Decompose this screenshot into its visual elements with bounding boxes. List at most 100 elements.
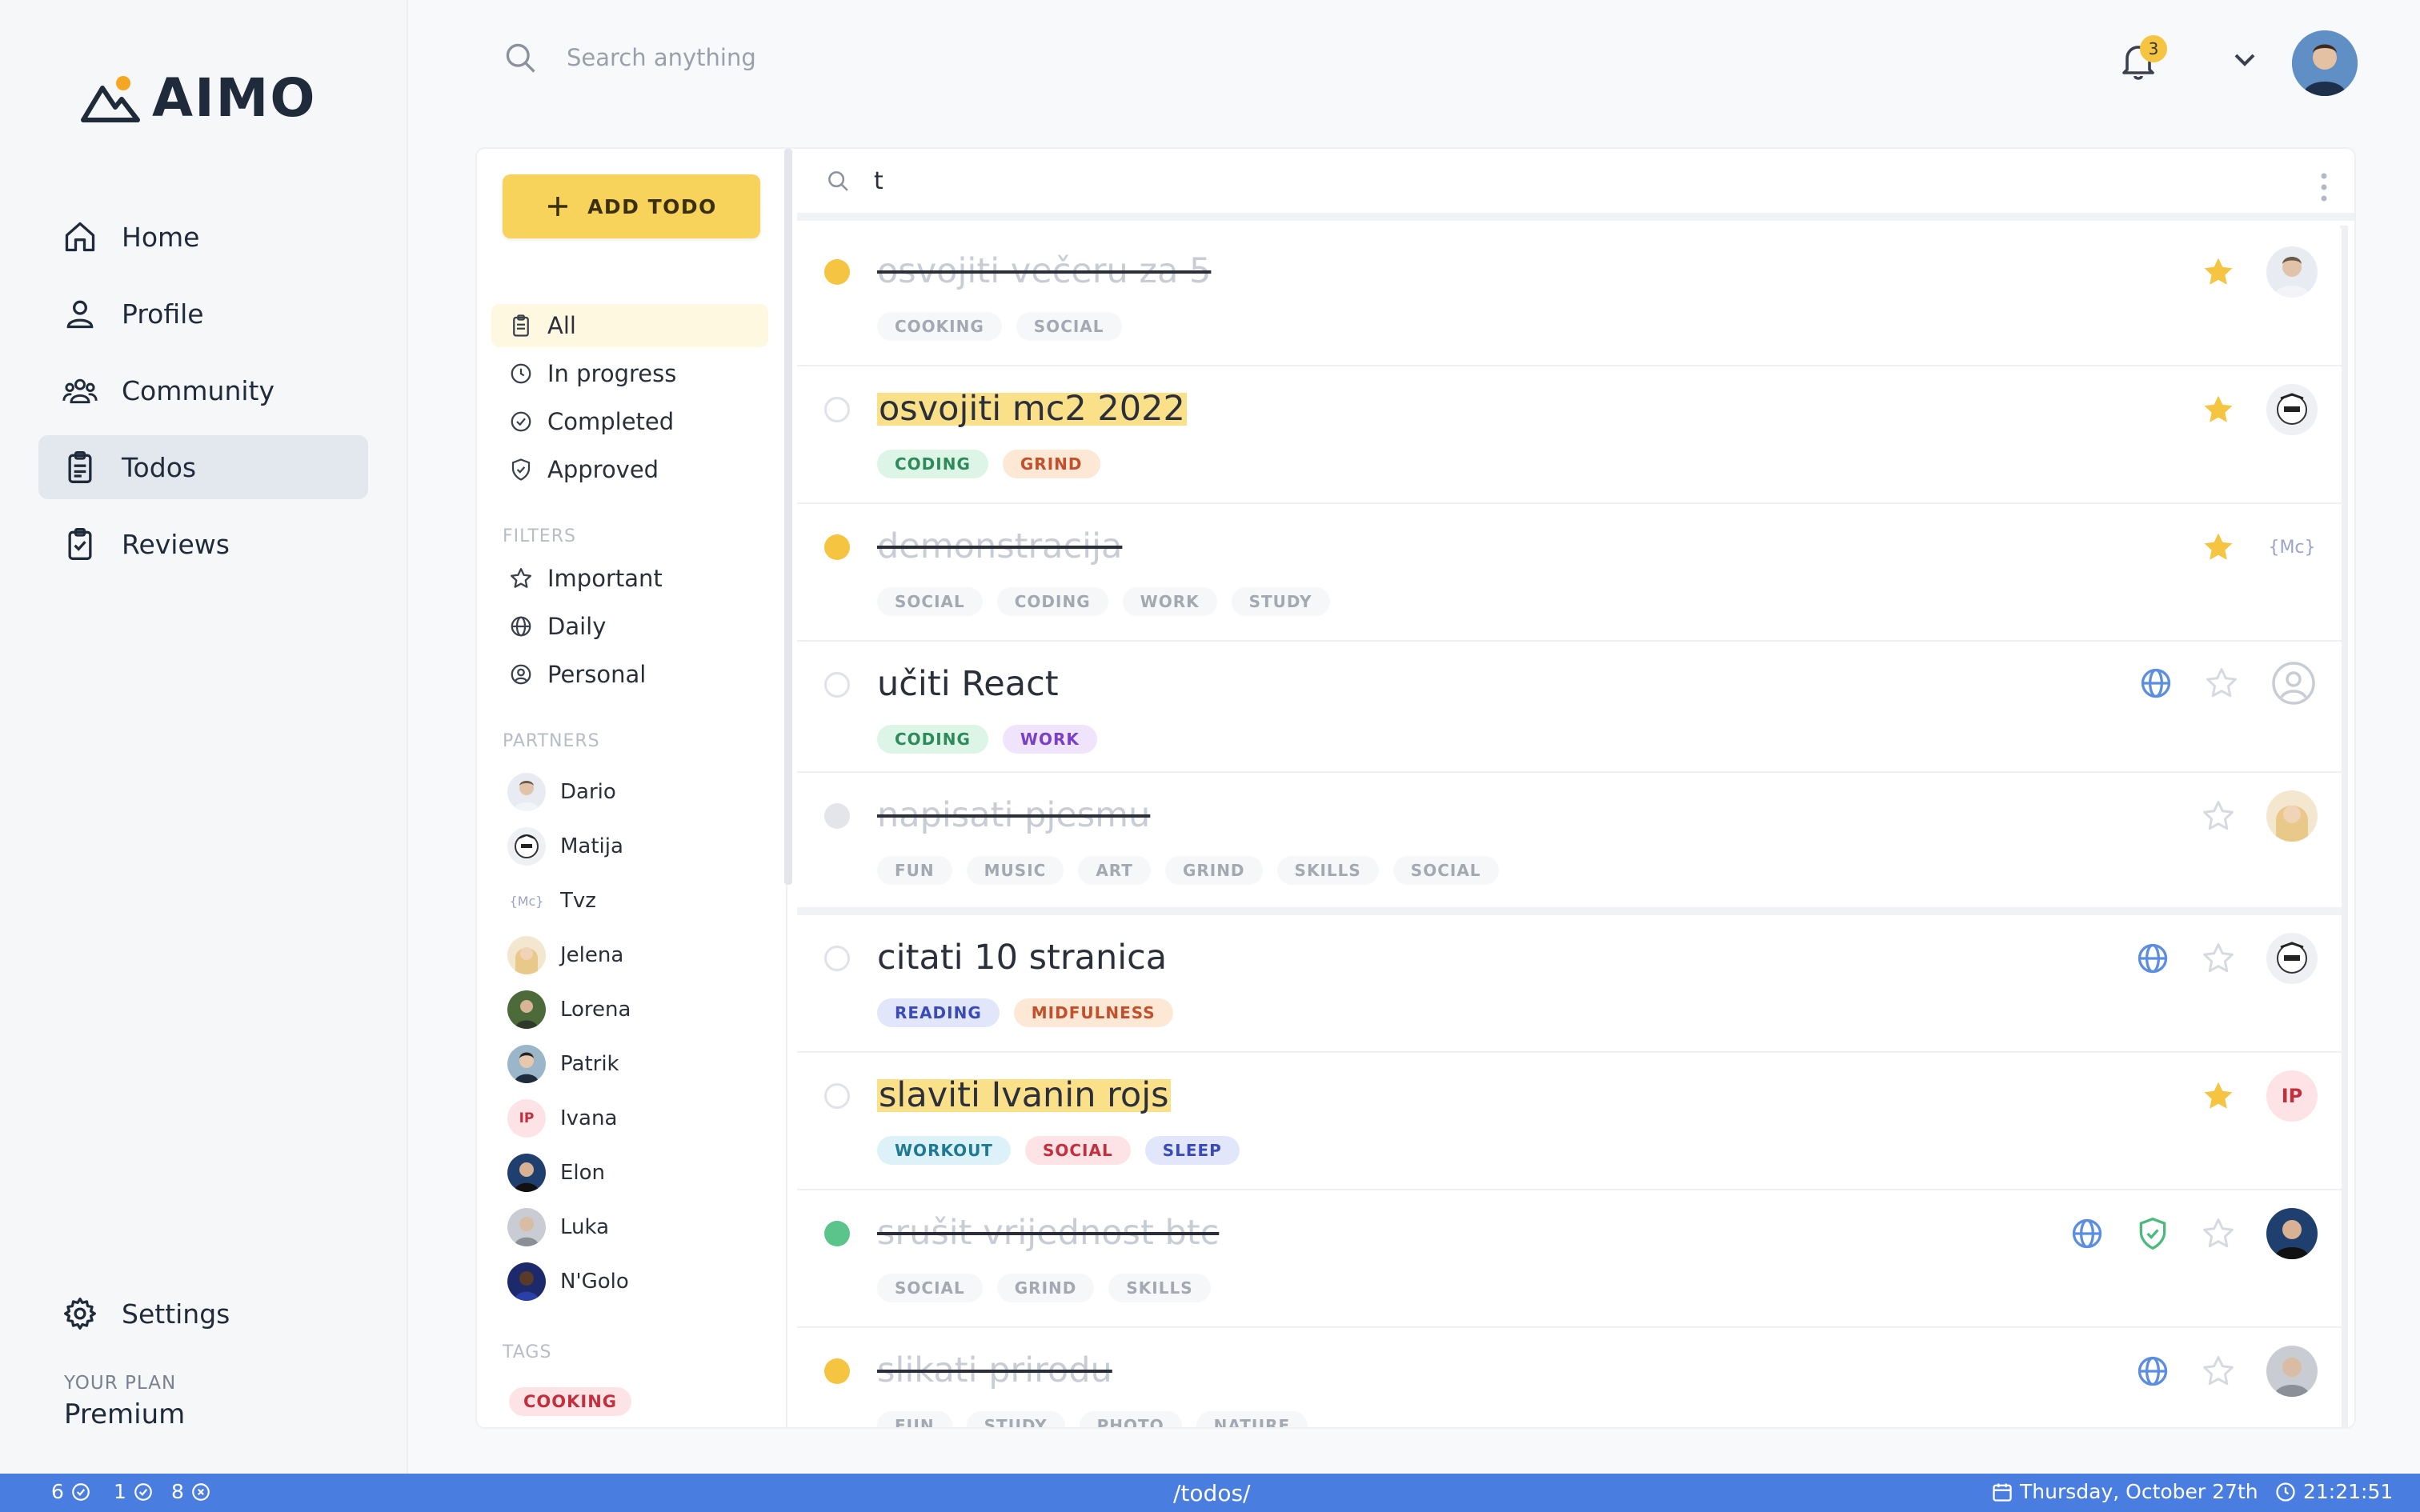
todo-item[interactable]: demonstracija SOCIAL CODING WORK STUDY {… <box>797 504 2342 642</box>
filter-completed[interactable]: Completed <box>491 400 768 443</box>
todo-status-dot[interactable] <box>824 259 850 285</box>
todo-status-dot[interactable] <box>824 1358 850 1384</box>
shield-check-icon[interactable] <box>2135 1216 2170 1251</box>
sidebar-item-reviews[interactable]: Reviews <box>38 512 368 576</box>
star-outline-icon[interactable] <box>2201 1216 2236 1251</box>
todo-item[interactable]: učiti React CODING WORK <box>797 642 2342 773</box>
todo-title: slaviti Ivanin rojs <box>877 1075 1171 1115</box>
partner-name: Ivana <box>560 1106 618 1130</box>
sidebar-item-community[interactable]: Community <box>38 358 368 422</box>
chevron-down-icon[interactable] <box>2233 51 2257 69</box>
filters-section-title: FILTERS <box>503 526 576 546</box>
partner-item[interactable]: Matija <box>507 827 623 866</box>
todo-search-input[interactable]: t <box>874 167 883 195</box>
global-search[interactable]: Search anything <box>503 40 756 75</box>
filters-column: ADD TODO All In progress Completed Appro… <box>477 149 787 1427</box>
todo-tag: PHOTO <box>1079 1411 1182 1427</box>
todo-list-area: t osvojiti večeru za 5 COOKING SOCIAL os… <box>797 149 2354 1427</box>
completed-count[interactable]: 1 <box>114 1480 154 1503</box>
star-filled-icon[interactable] <box>2201 1078 2236 1114</box>
todo-item[interactable]: napisati pjesmu FUN MUSIC ART GRIND SKIL… <box>797 773 2342 915</box>
kebab-menu-icon[interactable] <box>2319 171 2329 203</box>
todo-item[interactable]: slikati prirodu FUN STUDY PHOTO NATURE <box>797 1328 2342 1427</box>
owner-avatar[interactable]: IP <box>2266 1070 2318 1122</box>
todo-tag: CODING <box>877 725 988 754</box>
owner-avatar[interactable] <box>2266 933 2318 984</box>
star-outline-icon[interactable] <box>2204 666 2239 701</box>
star-outline-icon[interactable] <box>2201 798 2236 834</box>
star-filled-icon[interactable] <box>2201 254 2236 290</box>
todo-title: citati 10 stranica <box>877 938 1168 978</box>
todo-item[interactable]: slaviti Ivanin rojs WORKOUT SOCIAL SLEEP… <box>797 1053 2342 1190</box>
plan-label: YOUR PLAN <box>64 1373 177 1394</box>
globe-icon[interactable] <box>2069 1216 2105 1251</box>
todo-status-dot[interactable] <box>824 534 850 560</box>
owner-avatar[interactable] <box>2266 1208 2318 1259</box>
todo-search-bar[interactable]: t <box>797 149 2354 221</box>
todo-checkbox[interactable] <box>824 946 850 971</box>
globe-icon[interactable] <box>2135 1354 2170 1389</box>
todo-checkbox[interactable] <box>824 1083 850 1109</box>
owner-avatar[interactable] <box>2266 246 2318 298</box>
todo-tag: COOKING <box>877 312 1002 341</box>
todo-title: osvojiti večeru za 5 <box>877 251 1212 291</box>
filter-personal[interactable]: Personal <box>491 653 768 696</box>
partner-item[interactable]: Jelena <box>507 936 623 974</box>
todo-checkbox[interactable] <box>824 397 850 422</box>
partner-item[interactable]: Patrik <box>507 1045 619 1083</box>
todo-item[interactable]: citati 10 stranica READING MIDFULNESS <box>797 915 2342 1053</box>
filter-daily[interactable]: Daily <box>491 605 768 648</box>
logo[interactable]: AIMO <box>80 67 316 129</box>
user-circle-icon[interactable] <box>2270 659 2318 707</box>
filter-all[interactable]: All <box>491 304 768 347</box>
todo-status-dot[interactable] <box>824 1221 850 1246</box>
sidebar-item-label: Profile <box>122 298 204 330</box>
todo-tag: NATURE <box>1196 1411 1308 1427</box>
todos-panel: ADD TODO All In progress Completed Appro… <box>477 149 2354 1427</box>
filters-scrollbar[interactable] <box>784 149 792 885</box>
tag-filter-cooking[interactable]: COOKING <box>509 1387 632 1416</box>
in-progress-count[interactable]: 6 <box>51 1480 91 1503</box>
partner-item[interactable]: Dario <box>507 773 616 811</box>
owner-avatar[interactable] <box>2266 384 2318 435</box>
todo-status-dot[interactable] <box>824 803 850 829</box>
partner-item[interactable]: {Mc} Tvz <box>507 882 596 920</box>
partner-item[interactable]: Luka <box>507 1208 609 1246</box>
partner-item[interactable]: IP Ivana <box>507 1099 617 1138</box>
star-filled-icon[interactable] <box>2201 392 2236 427</box>
todo-item[interactable]: srušit vrijednost btc SOCIAL GRIND SKILL… <box>797 1190 2342 1328</box>
filter-in-progress[interactable]: In progress <box>491 352 768 395</box>
todo-tag: GRIND <box>1002 450 1100 478</box>
owner-avatar[interactable] <box>2266 1346 2318 1397</box>
clipboard-check-icon <box>68 528 92 560</box>
add-todo-label: ADD TODO <box>587 194 717 218</box>
star-filled-icon[interactable] <box>2201 530 2236 565</box>
owner-avatar[interactable]: {Mc} <box>2266 522 2318 573</box>
filter-important[interactable]: Important <box>491 557 768 600</box>
todo-tags: CODING WORK <box>877 725 1097 754</box>
failed-count[interactable]: 8 <box>171 1480 211 1503</box>
todo-item[interactable]: osvojiti mc2 2022 CODING GRIND <box>797 366 2342 504</box>
todo-tags: CODING GRIND <box>877 450 1100 478</box>
sidebar-item-label: Reviews <box>122 528 230 560</box>
partner-item[interactable]: Elon <box>507 1154 605 1192</box>
user-avatar[interactable] <box>2292 30 2358 96</box>
todo-checkbox[interactable] <box>824 672 850 698</box>
sidebar-item-profile[interactable]: Profile <box>38 282 368 346</box>
globe-icon[interactable] <box>2135 941 2170 976</box>
clipboard-icon <box>68 451 92 483</box>
sidebar-item-settings[interactable]: Settings <box>38 1282 368 1346</box>
owner-avatar[interactable] <box>2266 790 2318 842</box>
add-todo-button[interactable]: ADD TODO <box>503 174 760 238</box>
partner-avatar <box>507 936 546 974</box>
star-outline-icon[interactable] <box>2201 941 2236 976</box>
partner-item[interactable]: Lorena <box>507 990 631 1029</box>
sidebar-item-todos[interactable]: Todos <box>38 435 368 499</box>
star-outline-icon[interactable] <box>2201 1354 2236 1389</box>
partner-item[interactable]: N'Golo <box>507 1262 629 1301</box>
search-input[interactable]: Search anything <box>567 44 756 71</box>
todo-item[interactable]: osvojiti večeru za 5 COOKING SOCIAL <box>797 229 2342 366</box>
globe-icon[interactable] <box>2138 666 2174 701</box>
filter-approved[interactable]: Approved <box>491 448 768 491</box>
sidebar-item-home[interactable]: Home <box>38 205 368 269</box>
